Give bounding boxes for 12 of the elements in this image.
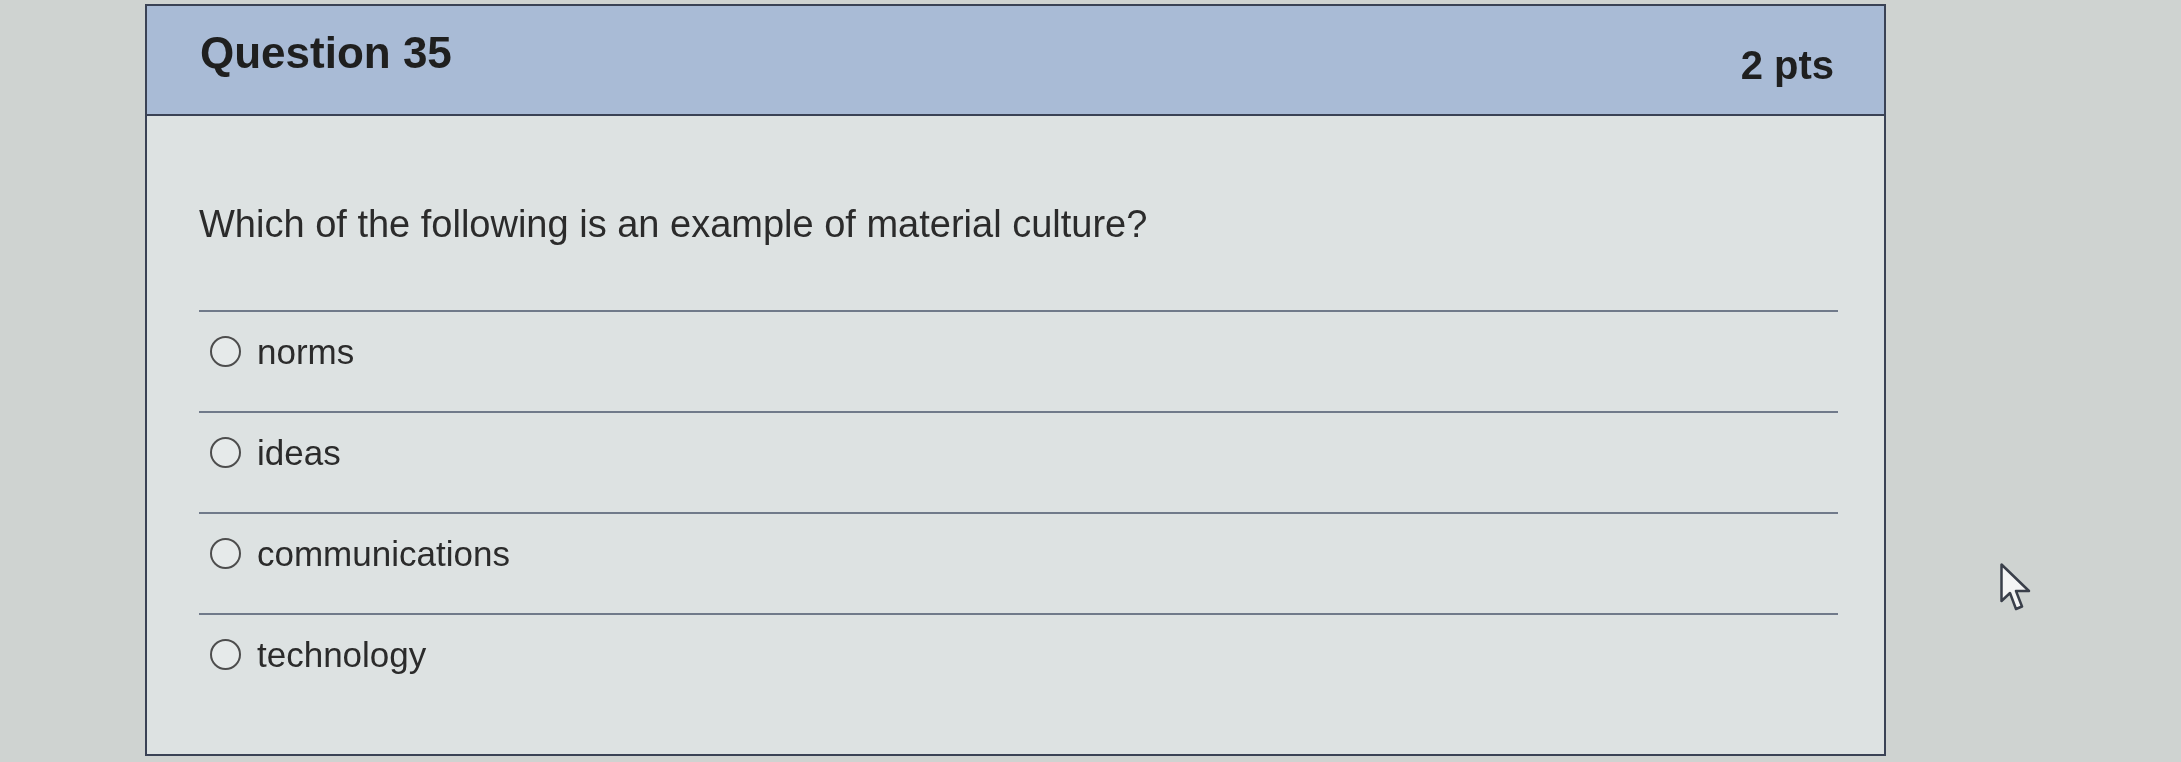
question-title: Question 35 — [200, 28, 452, 78]
radio-button[interactable] — [210, 336, 241, 368]
points-label: 2 pts — [1740, 43, 1834, 87]
radio-button[interactable] — [210, 437, 241, 469]
radio-button[interactable] — [210, 639, 241, 671]
option-label[interactable]: communications — [257, 532, 510, 575]
cursor-icon — [2000, 563, 2032, 612]
question-text: Which of the following is an example of material culture? — [199, 202, 1148, 247]
option-label[interactable]: technology — [257, 633, 427, 676]
option-label[interactable]: ideas — [257, 431, 341, 474]
radio-button[interactable] — [210, 538, 241, 570]
option-label[interactable]: norms — [257, 330, 355, 373]
